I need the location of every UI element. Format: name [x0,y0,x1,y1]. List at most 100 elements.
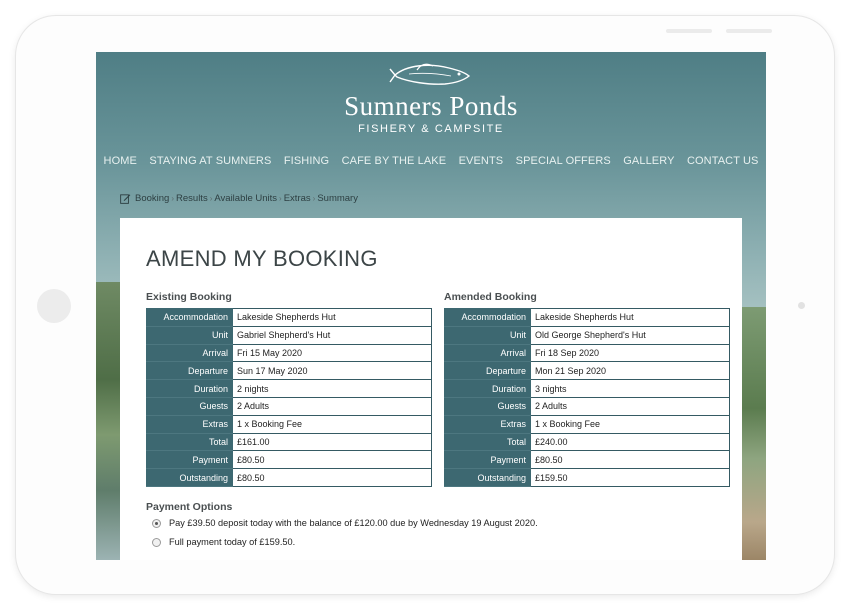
table-row: Extras 1 x Booking Fee [146,414,432,434]
row-value: 1 x Booking Fee [232,414,432,434]
background-trees-left [96,282,120,560]
row-label: Guests [444,396,531,416]
row-label: Total [444,432,531,452]
table-row: Duration 3 nights [444,379,730,398]
existing-booking-table: Accommodation Lakeside Shepherds Hut Unit… [146,308,432,487]
row-value: £80.50 [232,468,432,487]
row-label: Accommodation [146,308,233,327]
payment-option-label: Full payment today of £159.50. [169,537,296,547]
table-row: Guests 2 Adults [444,396,730,416]
row-label: Outstanding [444,468,531,487]
row-value: Fri 15 May 2020 [232,343,432,363]
site-subtitle: FISHERY & CAMPSITE [358,123,504,135]
table-row: Unit Old George Shepherd's Hut [444,325,730,345]
row-value: 3 nights [530,379,730,398]
row-label: Outstanding [146,468,233,487]
table-row: Duration 2 nights [146,379,432,398]
row-label: Unit [146,325,233,345]
nav-gallery[interactable]: GALLERY [623,155,674,167]
row-value: Lakeside Shepherds Hut [530,308,730,327]
table-row: Departure Sun 17 May 2020 [146,361,432,381]
breadcrumb: Booking › Results › Available Units › Ex… [120,193,358,204]
existing-booking-title: Existing Booking [146,291,232,303]
row-label: Payment [444,450,531,470]
table-row: Outstanding £159.50 [444,468,730,487]
table-row: Departure Mon 21 Sep 2020 [444,361,730,381]
breadcrumb-results[interactable]: Results [176,193,208,204]
row-value: 2 nights [232,379,432,398]
row-label: Duration [444,379,531,398]
main-nav: HOME STAYING AT SUMNERS FISHING CAFE BY … [96,151,766,169]
deposit-radio[interactable] [152,518,161,528]
table-row: Arrival Fri 15 May 2020 [146,343,432,363]
table-row: Total £161.00 [146,432,432,452]
breadcrumb-available-units[interactable]: Available Units [214,193,277,204]
background-trees-right [740,307,766,560]
fish-icon [389,63,471,85]
volume-button [666,29,712,33]
breadcrumb-extras[interactable]: Extras [284,193,311,204]
row-value: £80.50 [232,450,432,470]
nav-staying-at-sumners[interactable]: STAYING AT SUMNERS [149,155,271,167]
row-label: Accommodation [444,308,531,327]
table-row: Payment £80.50 [146,450,432,470]
payment-option-deposit[interactable]: Pay £39.50 deposit today with the balanc… [152,518,538,528]
row-label: Departure [146,361,233,381]
table-row: Extras 1 x Booking Fee [444,414,730,434]
nav-contact-us[interactable]: CONTACT US [687,155,759,167]
row-label: Arrival [146,343,233,363]
breadcrumb-separator: › [279,194,282,203]
full-payment-radio[interactable] [152,537,161,547]
row-value: Gabriel Shepherd's Hut [232,325,432,345]
row-value: Lakeside Shepherds Hut [232,308,432,327]
row-value: 2 Adults [530,396,730,416]
site-title: Sumners Ponds [344,91,518,121]
row-label: Departure [444,361,531,381]
row-label: Arrival [444,343,531,363]
row-value: £161.00 [232,432,432,452]
nav-home[interactable]: HOME [104,155,137,167]
row-label: Unit [444,325,531,345]
payment-option-full[interactable]: Full payment today of £159.50. [152,537,295,547]
table-row: Arrival Fri 18 Sep 2020 [444,343,730,363]
payment-option-label: Pay £39.50 deposit today with the balanc… [169,518,538,528]
edit-icon [120,194,131,204]
site-logo[interactable]: Sumners Ponds FISHERY & CAMPSITE [96,60,766,135]
row-label: Extras [444,414,531,434]
nav-special-offers[interactable]: SPECIAL OFFERS [516,155,611,167]
row-value: 1 x Booking Fee [530,414,730,434]
row-label: Duration [146,379,233,398]
row-label: Payment [146,450,233,470]
row-value: 2 Adults [232,396,432,416]
nav-cafe-by-the-lake[interactable]: CAFE BY THE LAKE [342,155,447,167]
table-row: Guests 2 Adults [146,396,432,416]
row-value: £159.50 [530,468,730,487]
breadcrumb-booking[interactable]: Booking [135,193,169,204]
row-value: Old George Shepherd's Hut [530,325,730,345]
table-row: Outstanding £80.50 [146,468,432,487]
breadcrumb-separator: › [209,194,213,203]
table-row: Accommodation Lakeside Shepherds Hut [444,308,730,327]
row-label: Extras [146,414,233,434]
home-button[interactable] [37,289,71,323]
table-row: Accommodation Lakeside Shepherds Hut [146,308,432,327]
payment-options-title: Payment Options [146,501,233,513]
nav-fishing[interactable]: FISHING [284,155,329,167]
breadcrumb-separator: › [312,194,316,203]
row-label: Guests [146,396,233,416]
row-value: Fri 18 Sep 2020 [530,343,730,363]
amended-booking-title: Amended Booking [444,291,537,303]
table-row: Unit Gabriel Shepherd's Hut [146,325,432,345]
row-value: £80.50 [530,450,730,470]
breadcrumb-separator: › [171,194,175,203]
table-row: Total £240.00 [444,432,730,452]
browser-screen: Sumners Ponds FISHERY & CAMPSITE HOME ST… [96,52,766,560]
page-title: AMEND MY BOOKING [146,246,378,271]
row-label: Total [146,432,233,452]
row-value: £240.00 [530,432,730,452]
nav-events[interactable]: EVENTS [459,155,504,167]
breadcrumb-summary: Summary [317,193,358,204]
booking-card: AMEND MY BOOKING Existing Booking Accomm… [120,218,742,560]
power-button [726,29,772,33]
amended-booking-table: Accommodation Lakeside Shepherds Hut Unit… [444,308,730,487]
